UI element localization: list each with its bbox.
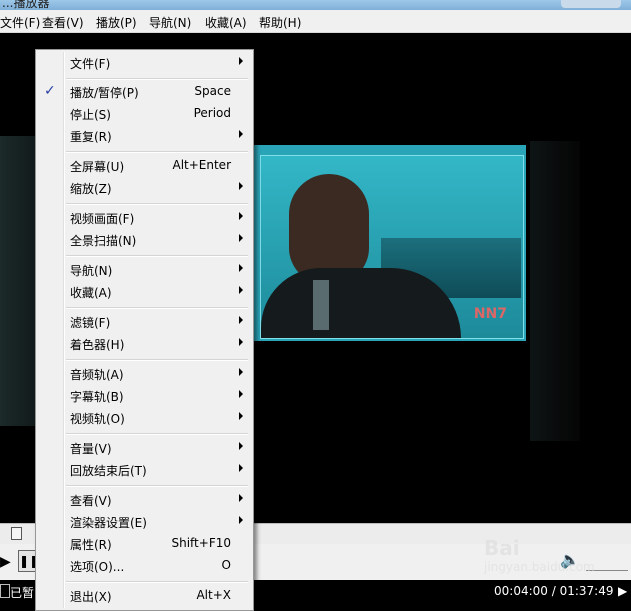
menu-item-audio-track[interactable]: 音频轨(A) bbox=[38, 363, 251, 385]
menu-item-shaders[interactable]: 着色器(H) bbox=[38, 333, 251, 355]
menu-separator bbox=[66, 581, 248, 583]
submenu-arrow-icon bbox=[239, 316, 243, 324]
menu-item-exit[interactable]: 退出(X) Alt+X bbox=[38, 585, 251, 607]
submenu-arrow-icon bbox=[239, 516, 243, 524]
anchor-tie bbox=[313, 280, 329, 330]
time-display: 00:04:00 / 01:37:49 bbox=[494, 584, 614, 598]
menu-separator bbox=[66, 151, 248, 153]
checkmark-icon: ✓ bbox=[44, 83, 56, 99]
tv-screen: NN7 bbox=[260, 155, 524, 339]
status-text: 已暂 bbox=[10, 586, 35, 600]
menu-item-pan-scan[interactable]: 全景扫描(N) bbox=[38, 229, 251, 251]
status-icon bbox=[0, 584, 10, 598]
seek-knob[interactable] bbox=[11, 527, 22, 540]
video-right-edge bbox=[530, 141, 580, 441]
menu-item-after-playback[interactable]: 回放结束后(T) bbox=[38, 459, 251, 481]
video-frame: NN7 bbox=[254, 145, 526, 341]
watermark-url: jingyan.baidu.com bbox=[484, 560, 595, 574]
menu-separator bbox=[66, 485, 248, 487]
menu-separator bbox=[66, 203, 248, 205]
submenu-arrow-icon bbox=[239, 494, 243, 502]
menu-item-filters[interactable]: 滤镜(F) bbox=[38, 311, 251, 333]
menu-item-video-track[interactable]: 视频轨(O) bbox=[38, 407, 251, 429]
menu-help[interactable]: 帮助(H) bbox=[259, 14, 301, 31]
menu-separator bbox=[66, 433, 248, 435]
submenu-arrow-icon bbox=[239, 412, 243, 420]
menu-item-zoom[interactable]: 缩放(Z) bbox=[38, 177, 251, 199]
submenu-arrow-icon bbox=[239, 286, 243, 294]
menu-item-properties[interactable]: 属性(R) Shift+F10 bbox=[38, 533, 251, 555]
menu-item-favorites[interactable]: 收藏(A) bbox=[38, 281, 251, 303]
window-controls[interactable] bbox=[561, 0, 621, 8]
menu-separator bbox=[66, 255, 248, 257]
submenu-arrow-icon bbox=[239, 212, 243, 220]
play-icon[interactable]: ▶ bbox=[0, 554, 11, 570]
menu-separator bbox=[66, 359, 248, 361]
watermark-logo: Bai bbox=[484, 536, 520, 560]
menu-separator bbox=[66, 307, 248, 309]
submenu-arrow-icon bbox=[239, 368, 243, 376]
menu-item-stop[interactable]: 停止(S) Period bbox=[38, 103, 251, 125]
menu-item-view[interactable]: 查看(V) bbox=[38, 489, 251, 511]
menu-play[interactable]: 播放(P) bbox=[96, 14, 137, 31]
watermark: Bai jingyan.baidu.com bbox=[484, 536, 595, 574]
title-bar: ...播放器 bbox=[0, 0, 631, 10]
menu-item-play-pause[interactable]: ✓ 播放/暂停(P) Space bbox=[38, 81, 251, 103]
menu-file[interactable]: 文件(F) bbox=[0, 14, 40, 31]
menu-bar: 文件(F) 查看(V) 播放(P) 导航(N) 收藏(A) 帮助(H) bbox=[0, 10, 631, 33]
submenu-arrow-icon bbox=[239, 182, 243, 190]
menu-item-video-frame[interactable]: 视频画面(F) bbox=[38, 207, 251, 229]
menu-item-fullscreen[interactable]: 全屏幕(U) Alt+Enter bbox=[38, 155, 251, 177]
submenu-arrow-icon bbox=[239, 338, 243, 346]
next-arrow-icon[interactable]: ▶ bbox=[618, 584, 627, 598]
menu-navigate[interactable]: 导航(N) bbox=[149, 14, 191, 31]
menu-item-repeat[interactable]: 重复(R) bbox=[38, 125, 251, 147]
menu-item-volume[interactable]: 音量(V) bbox=[38, 437, 251, 459]
menu-item-renderer-settings[interactable]: 渲染器设置(E) bbox=[38, 511, 251, 533]
submenu-arrow-icon bbox=[239, 264, 243, 272]
submenu-arrow-icon bbox=[239, 234, 243, 242]
menu-item-file[interactable]: 文件(F) bbox=[38, 52, 251, 74]
submenu-arrow-icon bbox=[239, 464, 243, 472]
context-menu: 文件(F) ✓ 播放/暂停(P) Space 停止(S) Period 重复(R… bbox=[35, 49, 254, 611]
channel-logo: NN7 bbox=[473, 306, 507, 322]
menu-view[interactable]: 查看(V) bbox=[42, 14, 84, 31]
submenu-arrow-icon bbox=[239, 390, 243, 398]
submenu-arrow-icon bbox=[239, 57, 243, 65]
submenu-arrow-icon bbox=[239, 442, 243, 450]
menu-item-navigate[interactable]: 导航(N) bbox=[38, 259, 251, 281]
menu-favorites[interactable]: 收藏(A) bbox=[205, 14, 247, 31]
menu-separator bbox=[66, 78, 248, 80]
submenu-arrow-icon bbox=[239, 130, 243, 138]
menu-item-options[interactable]: 选项(O)... O bbox=[38, 555, 251, 577]
menu-item-subtitle-track[interactable]: 字幕轨(B) bbox=[38, 385, 251, 407]
